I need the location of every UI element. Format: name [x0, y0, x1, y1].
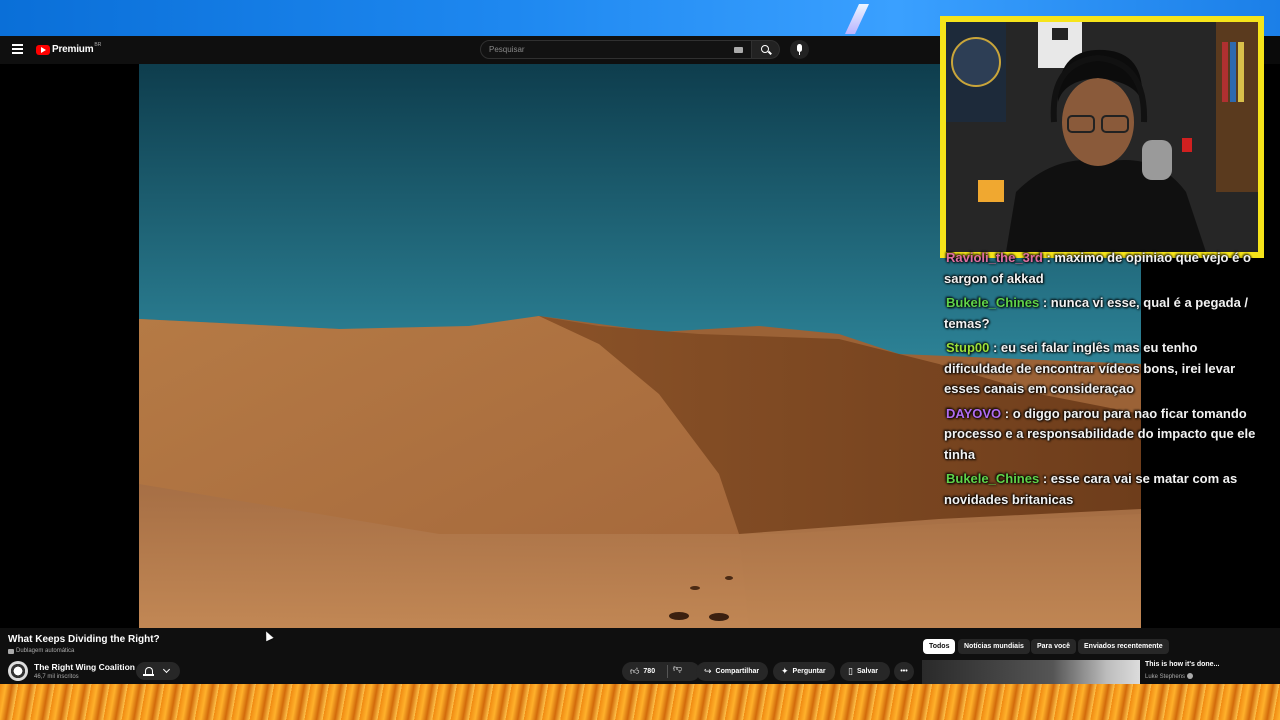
chip-world-news[interactable]: Notícias mundiais [958, 639, 1030, 654]
more-icon: ••• [900, 668, 908, 675]
verified-icon [1187, 673, 1194, 679]
sparkle-icon: ✦ [781, 666, 789, 676]
save-button[interactable]: ▯ Salvar [840, 662, 890, 681]
like-divider [667, 665, 668, 678]
streamer-webcam [940, 16, 1264, 258]
chat-message: DAYOVO : o diggo parou para nao ficar to… [944, 404, 1266, 466]
desktop-wallpaper-bottom [0, 684, 1280, 720]
subscriber-count: 46,7 mil inscritos [34, 674, 79, 680]
thumbs-up-icon: 👍︎ [630, 666, 640, 676]
chat-separator: : [1004, 405, 1013, 421]
chip-recently-uploaded[interactable]: Enviados recentemente [1078, 639, 1169, 654]
more-actions-button[interactable]: ••• [894, 662, 914, 681]
recommendation-channel: Luke Stephens [1145, 673, 1194, 680]
bookmark-icon: ▯ [848, 666, 853, 676]
share-icon: ↪ [704, 666, 712, 676]
voice-search-button[interactable] [790, 40, 809, 59]
search-input[interactable]: Pesquisar [480, 40, 752, 59]
chat-username: DAYOVO [946, 405, 1002, 421]
webcam-scene [946, 22, 1258, 252]
chip-all[interactable]: Todos [923, 639, 956, 654]
microphone-icon [797, 44, 802, 55]
auto-dub-label: Dublagem automática [8, 648, 74, 654]
chat-message: Bukele_Chines : esse cara vai se matar c… [944, 469, 1266, 510]
menu-icon[interactable] [12, 44, 23, 54]
recommendation-thumbnail[interactable] [922, 660, 1140, 684]
youtube-play-icon [36, 44, 50, 55]
chip-for-you[interactable]: Para você [1031, 639, 1077, 654]
chat-username: Bukele_Chines [946, 471, 1040, 486]
channel-avatar[interactable] [8, 661, 28, 681]
video-letterbox-left [0, 64, 139, 628]
chat-message: Ravioli_the_3rd : maximo de opiniao que … [944, 248, 1266, 289]
chat-message: Bukele_Chines : nunca vi esse, qual é a … [944, 293, 1266, 334]
logo-region: BR [94, 41, 102, 48]
recommendation-channel-name: Luke Stephens [1145, 674, 1186, 680]
youtube-logo[interactable]: Premium BR [36, 41, 102, 55]
search-icon [761, 45, 769, 53]
ask-label: Perguntar [792, 668, 826, 675]
chat-username: Stup00 [946, 340, 990, 355]
video-title: What Keeps Dividing the Right? [8, 634, 160, 645]
dub-label-text: Dublagem automática [16, 648, 75, 654]
like-button[interactable]: 👍︎ 780 [622, 662, 700, 681]
like-count: 780 [643, 668, 656, 675]
search-placeholder: Pesquisar [489, 45, 525, 54]
ask-button[interactable]: ✦ Perguntar [773, 662, 835, 681]
notifications-button[interactable] [136, 662, 180, 680]
chat-separator: : [992, 340, 1001, 355]
share-button[interactable]: ↪ Compartilhar [696, 662, 768, 681]
save-label: Salvar [856, 668, 878, 675]
chevron-down-icon [162, 665, 171, 674]
search-button[interactable] [752, 40, 780, 59]
chat-message: Stup00 : eu sei falar inglês mas eu tenh… [944, 338, 1266, 400]
recommendation-title[interactable]: This is how it's done... [1145, 661, 1219, 668]
chat-username: Ravioli_the_3rd [946, 250, 1043, 265]
wallpaper-streak [845, 4, 869, 34]
bell-icon [143, 667, 154, 676]
channel-name[interactable]: The Right Wing Coalition [34, 662, 135, 672]
chat-separator: : [1042, 295, 1051, 310]
keyboard-icon[interactable] [734, 47, 743, 53]
thumbs-down-icon[interactable]: 👎︎ [673, 663, 682, 674]
dub-icon [8, 648, 14, 654]
stream-chat: Ravioli_the_3rd : maximo de opiniao que … [940, 248, 1270, 514]
share-label: Compartilhar [715, 668, 760, 675]
chat-separator: : [1042, 471, 1051, 486]
chat-username: Bukele_Chines [946, 295, 1040, 310]
logo-text: Premium [52, 44, 94, 55]
